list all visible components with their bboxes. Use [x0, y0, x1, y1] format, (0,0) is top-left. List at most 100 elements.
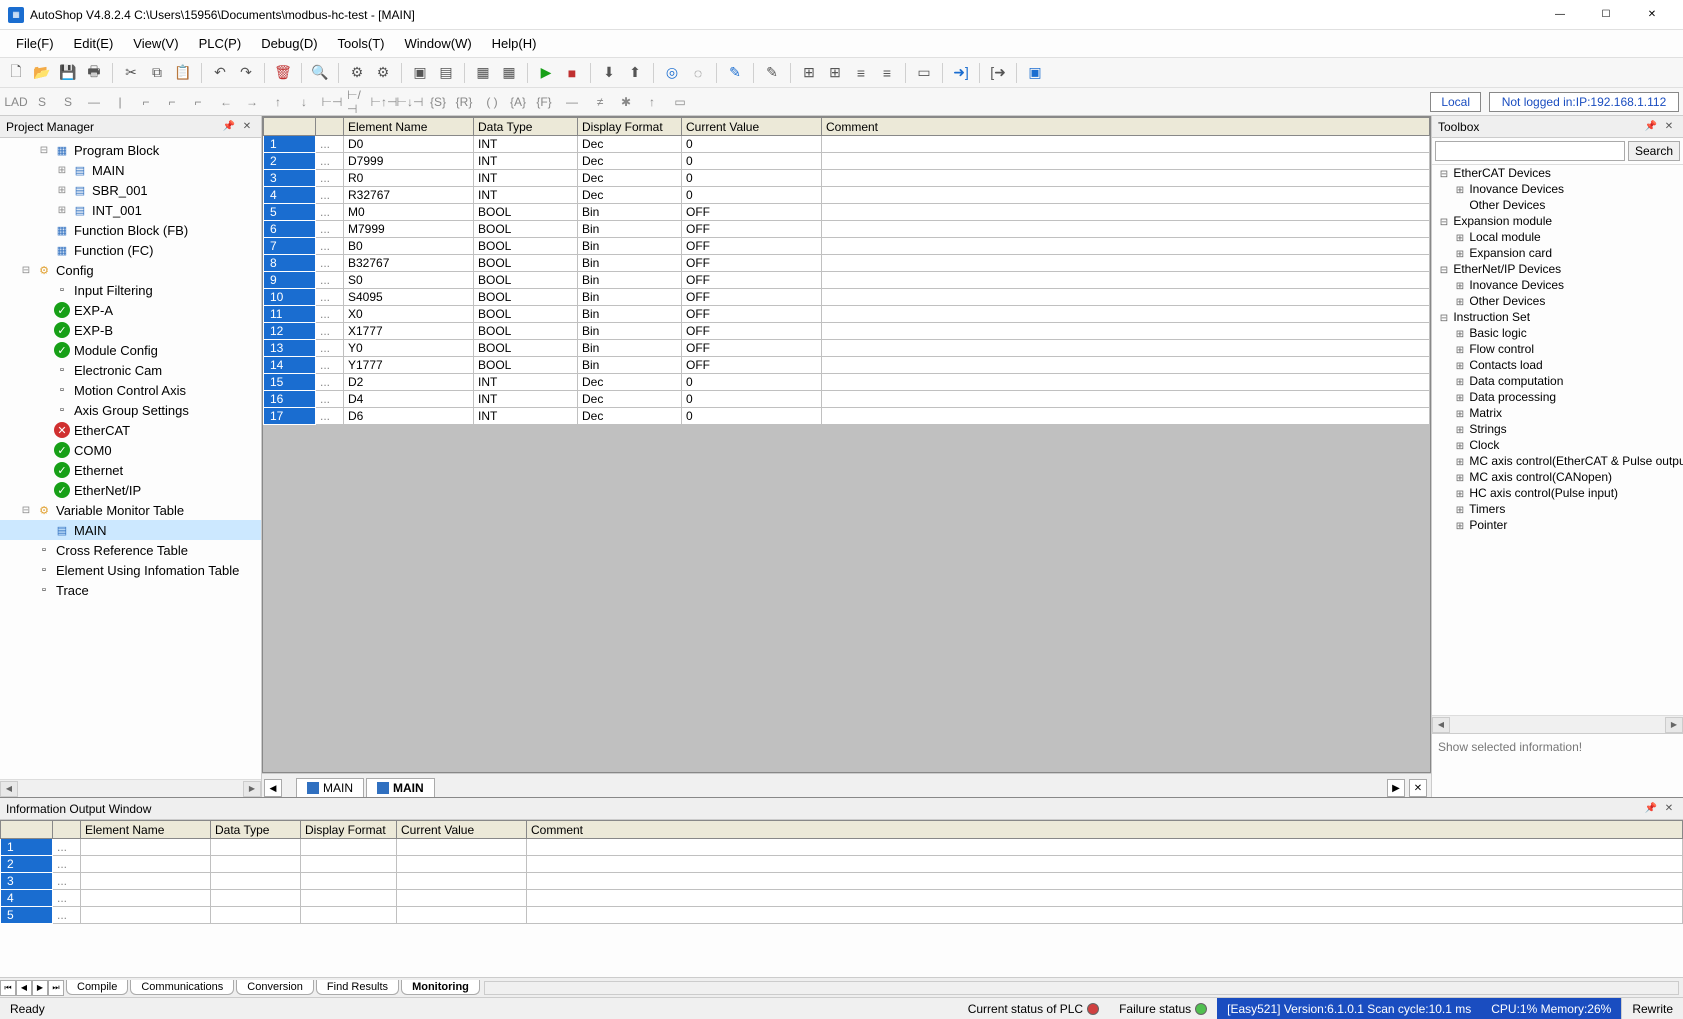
line-icon[interactable]: —	[560, 91, 584, 113]
window-icon[interactable]: ▣	[408, 61, 432, 85]
login-icon[interactable]: ➜]	[949, 61, 973, 85]
new-icon[interactable]: 🗋	[4, 61, 28, 85]
toolbox-item-mc-axis-control-canopen-[interactable]: ⊞ MC axis control(CANopen)	[1432, 469, 1683, 485]
table-row[interactable]: 13...Y0BOOLBinOFF	[264, 340, 1430, 357]
edit2-icon[interactable]: ✎	[760, 61, 784, 85]
find-icon[interactable]: 🔍	[308, 61, 332, 85]
toolbox-item-pointer[interactable]: ⊞ Pointer	[1432, 517, 1683, 533]
info-col-Display Format[interactable]: Display Format	[301, 821, 397, 839]
info-row[interactable]: 2...	[1, 856, 1683, 873]
close-button[interactable]: ✕	[1629, 0, 1675, 30]
minimize-button[interactable]: —	[1537, 0, 1583, 30]
menu-window[interactable]: Window(W)	[395, 32, 482, 55]
tab-close-icon[interactable]: ✕	[1409, 779, 1427, 797]
info-row[interactable]: 5...	[1, 907, 1683, 924]
toolbox-item-instruction-set[interactable]: ⊟ Instruction Set	[1432, 309, 1683, 325]
toolbox-item-clock[interactable]: ⊞ Clock	[1432, 437, 1683, 453]
windows-icon[interactable]: ▤	[434, 61, 458, 85]
toolbox-item-basic-logic[interactable]: ⊞ Basic logic	[1432, 325, 1683, 341]
s1-icon[interactable]: S	[30, 91, 54, 113]
tree-item-exp-a[interactable]: ✓EXP-A	[0, 300, 261, 320]
menu-tools[interactable]: Tools(T)	[328, 32, 395, 55]
info-nav-next-icon[interactable]: ▶	[32, 980, 48, 996]
undo-icon[interactable]: ↶	[208, 61, 232, 85]
lad-icon[interactable]: LAD	[4, 91, 28, 113]
tree-item-exp-b[interactable]: ✓EXP-B	[0, 320, 261, 340]
info-tab-find-results[interactable]: Find Results	[316, 980, 399, 995]
paste-icon[interactable]: 📋	[171, 61, 195, 85]
tree-item-input-filtering[interactable]: ▫Input Filtering	[0, 280, 261, 300]
info-tab-communications[interactable]: Communications	[130, 980, 234, 995]
view-icon[interactable]: ▣	[1023, 61, 1047, 85]
monitor-icon[interactable]: ◎	[660, 61, 684, 85]
info-row[interactable]: 1...	[1, 839, 1683, 856]
menu-help[interactable]: Help(H)	[482, 32, 547, 55]
tree-item-ethernet[interactable]: ✓Ethernet	[0, 460, 261, 480]
col-Current Value[interactable]: Current Value	[682, 118, 822, 136]
table-row[interactable]: 16...D4INTDec0	[264, 391, 1430, 408]
coil-s-icon[interactable]: {S}	[426, 91, 450, 113]
col-Display Format[interactable]: Display Format	[578, 118, 682, 136]
tree-item-ethercat[interactable]: ✕EtherCAT	[0, 420, 261, 440]
cfg3-icon[interactable]: ≡	[849, 61, 873, 85]
tree-item-module-config[interactable]: ✓Module Config	[0, 340, 261, 360]
col-Data Type[interactable]: Data Type	[474, 118, 578, 136]
info-nav-first-icon[interactable]: ⏮	[0, 980, 16, 996]
info-col-num[interactable]	[53, 821, 81, 839]
tree-item-function-fc-[interactable]: ▦Function (FC)	[0, 240, 261, 260]
cfg1-icon[interactable]: ⊞	[797, 61, 821, 85]
toolbox-item-timers[interactable]: ⊞ Timers	[1432, 501, 1683, 517]
table-row[interactable]: 5...M0BOOLBinOFF	[264, 204, 1430, 221]
tb-scroll-left-icon[interactable]: ◀	[1432, 717, 1450, 733]
contact-n-icon[interactable]: ⊢↓⊣	[398, 91, 422, 113]
box-icon[interactable]: ▭	[912, 61, 936, 85]
info-row[interactable]: 3...	[1, 873, 1683, 890]
open-icon[interactable]: 📂	[30, 61, 54, 85]
func2-icon[interactable]: {F}	[532, 91, 556, 113]
s2-icon[interactable]: S	[56, 91, 80, 113]
tree-item-main[interactable]: ⊞▤MAIN	[0, 160, 261, 180]
toolbox-search-button[interactable]: Search	[1628, 141, 1680, 161]
tree-item-variable-monitor-table[interactable]: ⊟⚙Variable Monitor Table	[0, 500, 261, 520]
table-row[interactable]: 8...B32767BOOLBinOFF	[264, 255, 1430, 272]
toolbox-search-input[interactable]	[1435, 141, 1625, 161]
toolbox-item-expansion-module[interactable]: ⊟ Expansion module	[1432, 213, 1683, 229]
table-row[interactable]: 3...R0INTDec0	[264, 170, 1430, 187]
tree-item-motion-control-axis[interactable]: ▫Motion Control Axis	[0, 380, 261, 400]
monitor-table[interactable]: Element NameData TypeDisplay FormatCurre…	[263, 117, 1430, 425]
toolbox-hscroll[interactable]: ◀ ▶	[1432, 715, 1683, 733]
tree-item-cross-reference-table[interactable]: ▫Cross Reference Table	[0, 540, 261, 560]
table-row[interactable]: 17...D6INTDec0	[264, 408, 1430, 425]
grid2-icon[interactable]: ▦	[497, 61, 521, 85]
info-col-Current Value[interactable]: Current Value	[397, 821, 527, 839]
tree-item-axis-group-settings[interactable]: ▫Axis Group Settings	[0, 400, 261, 420]
toolbox-item-matrix[interactable]: ⊞ Matrix	[1432, 405, 1683, 421]
print-icon[interactable]: 🖶	[82, 61, 106, 85]
compile-icon[interactable]: ⚙	[345, 61, 369, 85]
toolbox-tree[interactable]: ⊟ EtherCAT Devices⊞ Inovance Devices Oth…	[1432, 165, 1683, 715]
table-row[interactable]: 6...M7999BOOLBinOFF	[264, 221, 1430, 238]
toolbox-item-flow-control[interactable]: ⊞ Flow control	[1432, 341, 1683, 357]
tab-nav-right-icon[interactable]: ▶	[1387, 779, 1405, 797]
tree-item-ethernet-ip[interactable]: ✓EtherNet/IP	[0, 480, 261, 500]
info-nav-prev-icon[interactable]: ◀	[16, 980, 32, 996]
col-Comment[interactable]: Comment	[822, 118, 1430, 136]
edit-icon[interactable]: ✎	[723, 61, 747, 85]
editor-tab-main[interactable]: MAIN	[296, 778, 364, 797]
logout-icon[interactable]: [➜	[986, 61, 1010, 85]
col-num[interactable]	[316, 118, 344, 136]
redo-icon[interactable]: ↷	[234, 61, 258, 85]
tree-item-config[interactable]: ⊟⚙Config	[0, 260, 261, 280]
toolbox-item-other-devices[interactable]: ⊞ Other Devices	[1432, 293, 1683, 309]
cfg2-icon[interactable]: ⊞	[823, 61, 847, 85]
info-tab-compile[interactable]: Compile	[66, 980, 128, 995]
toolbox-item-contacts-load[interactable]: ⊞ Contacts load	[1432, 357, 1683, 373]
pin-icon[interactable]: 📌	[221, 119, 237, 135]
tab-nav-left-icon[interactable]: ◀	[264, 779, 282, 797]
table-row[interactable]: 12...X1777BOOLBinOFF	[264, 323, 1430, 340]
info-hscroll[interactable]	[484, 981, 1679, 995]
editor-tab-main[interactable]: MAIN	[366, 778, 435, 797]
toolbox-item-other-devices[interactable]: Other Devices	[1432, 197, 1683, 213]
menu-debug[interactable]: Debug(D)	[251, 32, 327, 55]
toolbox-item-local-module[interactable]: ⊞ Local module	[1432, 229, 1683, 245]
